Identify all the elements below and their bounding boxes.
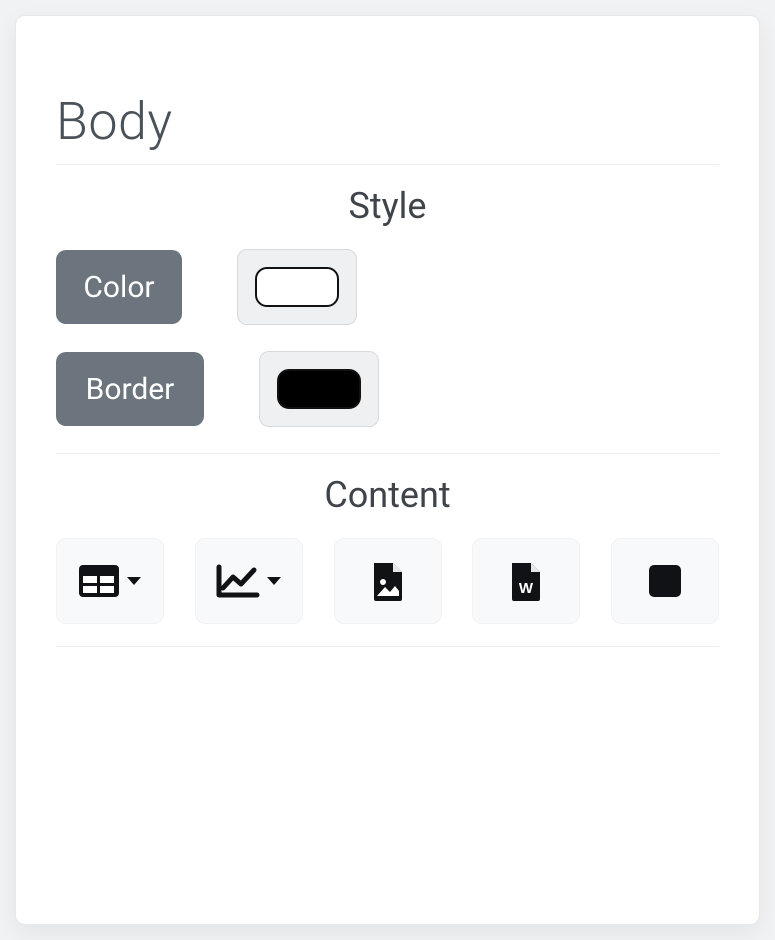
word-file-button[interactable]: W: [472, 538, 580, 624]
square-button[interactable]: [611, 538, 719, 624]
file-word-icon: W: [509, 560, 543, 602]
divider: [56, 646, 719, 647]
image-file-button[interactable]: [334, 538, 442, 624]
svg-text:W: W: [519, 580, 534, 597]
color-swatch: [255, 267, 339, 307]
color-label-chip: Color: [56, 250, 182, 324]
table-dropdown-button[interactable]: [56, 538, 164, 624]
style-row-border: Border: [56, 351, 719, 427]
border-swatch: [277, 369, 361, 409]
square-icon: [647, 563, 683, 599]
chart-dropdown-button[interactable]: [195, 538, 303, 624]
caret-down-icon: [266, 576, 282, 586]
content-toolbar: W: [56, 538, 719, 624]
content-heading: Content: [56, 474, 719, 516]
style-heading: Style: [56, 185, 719, 227]
panel-title: Body: [56, 91, 719, 158]
color-swatch-button[interactable]: [237, 249, 357, 325]
divider: [56, 453, 719, 454]
border-label-chip: Border: [56, 352, 204, 426]
table-icon: [78, 564, 120, 598]
caret-down-icon: [126, 576, 142, 586]
border-swatch-button[interactable]: [259, 351, 379, 427]
style-row-color: Color: [56, 249, 719, 325]
file-image-icon: [371, 560, 405, 602]
chart-line-icon: [216, 564, 260, 598]
divider: [56, 164, 719, 165]
body-panel: Body Style Color Border Content: [15, 15, 760, 925]
